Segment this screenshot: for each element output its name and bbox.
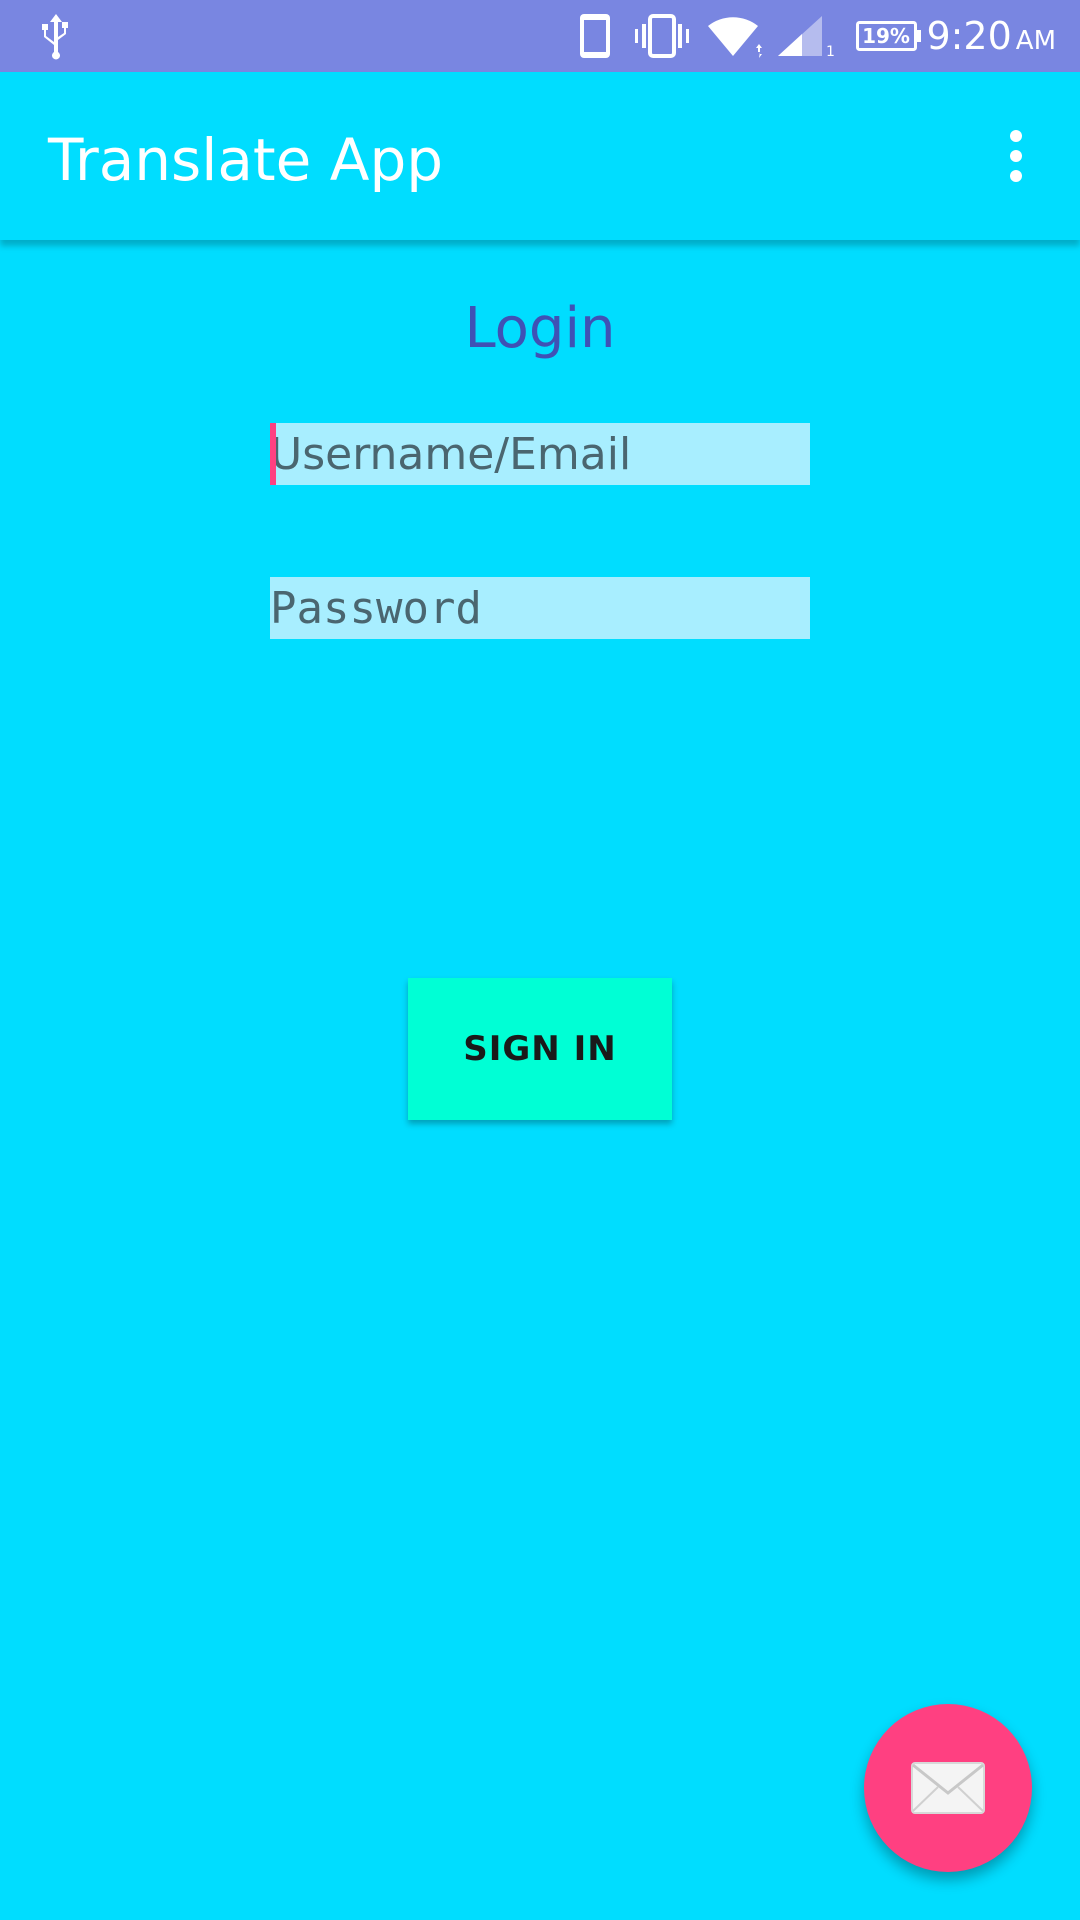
usb-icon: [42, 14, 68, 60]
wifi-icon: [708, 17, 762, 58]
svg-text:1: 1: [826, 44, 834, 58]
clock-time: 9:20: [926, 14, 1012, 58]
page-title: Login: [464, 296, 616, 361]
battery-level: 19%: [862, 24, 910, 48]
more-vert-icon[interactable]: [976, 116, 1056, 196]
app-bar: Translate App: [0, 72, 1080, 240]
username-email-field[interactable]: [270, 423, 810, 485]
status-time: 9:20 AM: [926, 14, 1056, 58]
menu-dot: [1010, 170, 1022, 182]
status-bar: 1 19% 9:20 AM: [0, 0, 1080, 72]
menu-dot: [1010, 150, 1022, 162]
sign-in-button[interactable]: SIGN IN: [408, 978, 672, 1120]
screen: 1 19% 9:20AM Translate App Login SIGN IN: [0, 0, 1080, 1920]
screen-icon: [580, 14, 610, 58]
menu-dot: [1010, 130, 1022, 142]
password-field[interactable]: [270, 577, 810, 639]
app-title: Translate App: [48, 126, 444, 194]
signal-icon: 1: [778, 16, 834, 58]
text-cursor: [270, 423, 276, 485]
email-icon: [911, 1762, 985, 1814]
battery-icon: 19%: [856, 21, 921, 51]
email-fab-button[interactable]: [864, 1704, 1032, 1872]
clock-ampm: AM: [1015, 26, 1056, 56]
vibrate-icon: [635, 14, 689, 58]
